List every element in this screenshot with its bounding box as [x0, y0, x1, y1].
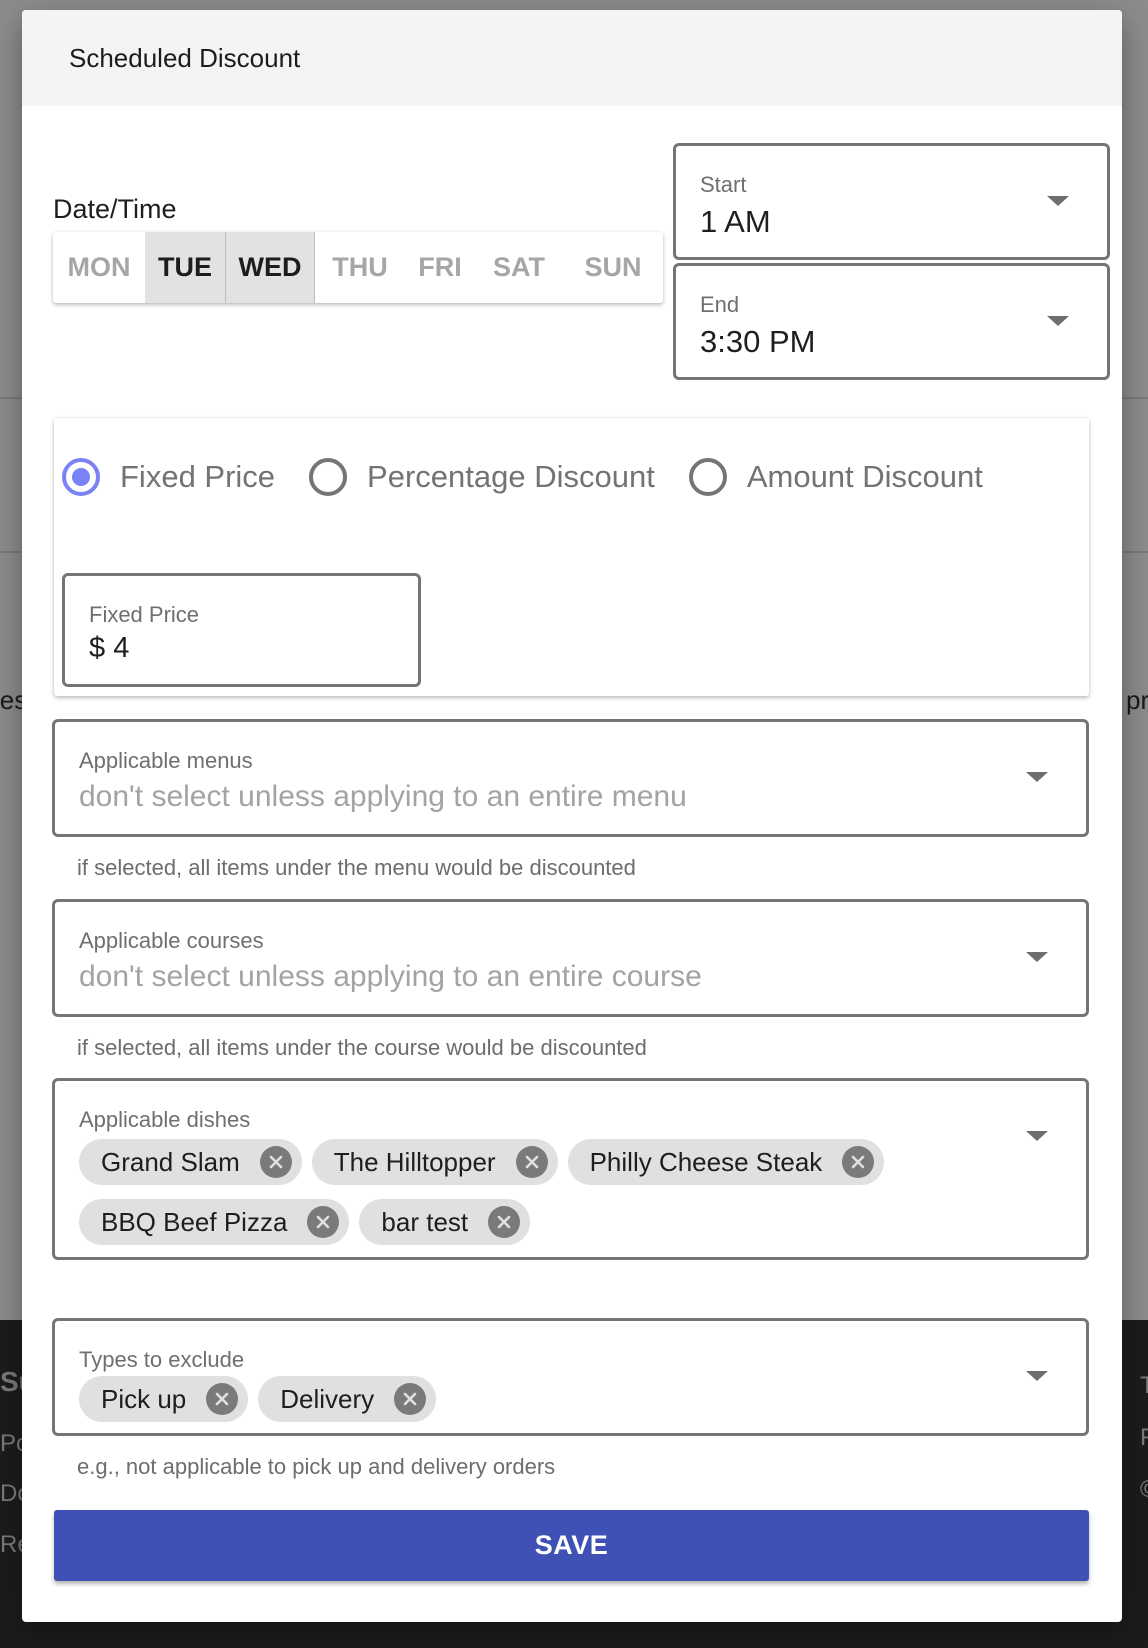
chip-label: Grand Slam	[101, 1146, 240, 1177]
discount-type-card: Fixed Price Percentage Discount Amount D…	[54, 418, 1089, 696]
radio-unchecked-icon	[688, 458, 727, 496]
chip-label: Philly Cheese Steak	[589, 1146, 823, 1177]
remove-chip-icon[interactable]	[515, 1146, 548, 1178]
types-to-exclude-label: Types to exclude	[79, 1347, 245, 1372]
applicable-courses-placeholder: don't select unless applying to an entir…	[79, 960, 702, 993]
start-time-value: 1 AM	[700, 204, 771, 239]
day-toggle-group: MON TUE WED THU FRI SAT SUN	[53, 232, 663, 303]
dialog-title: Scheduled Discount	[69, 42, 301, 73]
chip-dish: Grand Slam	[79, 1139, 302, 1185]
chip-label: Delivery	[280, 1383, 375, 1414]
remove-chip-icon[interactable]	[259, 1146, 292, 1178]
applicable-menus-label: Applicable menus	[79, 748, 253, 773]
save-button[interactable]: SAVE	[54, 1510, 1089, 1581]
remove-chip-icon[interactable]	[206, 1383, 239, 1415]
chip-dish: BBQ Beef Pizza	[79, 1199, 350, 1245]
radio-fixed-price[interactable]: Fixed Price	[62, 458, 275, 496]
applicable-menus-placeholder: don't select unless applying to an entir…	[79, 780, 687, 813]
chip-label: bar test	[381, 1206, 469, 1237]
end-time-value: 3:30 PM	[700, 324, 816, 359]
day-toggle-sun[interactable]: SUN	[563, 232, 663, 303]
chevron-down-icon	[1026, 1371, 1048, 1381]
types-to-exclude-helper: e.g., not applicable to pick up and deli…	[77, 1454, 556, 1479]
discount-type-radio-group: Fixed Price Percentage Discount Amount D…	[62, 458, 1017, 496]
chip-label: Pick up	[101, 1383, 187, 1414]
end-time-select[interactable]: End 3:30 PM	[673, 263, 1110, 380]
chip-label: BBQ Beef Pizza	[101, 1206, 288, 1237]
chip-label: The Hilltopper	[333, 1146, 496, 1177]
chevron-down-icon	[1047, 316, 1069, 326]
radio-label: Fixed Price	[120, 459, 276, 494]
start-time-label: Start	[700, 172, 747, 197]
day-toggle-sat[interactable]: SAT	[475, 232, 563, 303]
chevron-down-icon	[1047, 196, 1069, 206]
fixed-price-value: $ 4	[89, 632, 129, 665]
chip-dish: The Hilltopper	[311, 1139, 558, 1185]
footer-text: ©	[1140, 1476, 1148, 1504]
chip-dish: bar test	[359, 1199, 531, 1245]
remove-chip-icon[interactable]	[394, 1383, 427, 1415]
fixed-price-input[interactable]: Fixed Price $ 4	[62, 573, 421, 687]
radio-checked-icon	[62, 458, 100, 496]
day-toggle-fri[interactable]: FRI	[405, 232, 475, 303]
day-toggle-wed[interactable]: WED	[226, 232, 315, 303]
background-text-right: pr	[1126, 685, 1148, 715]
fixed-price-label: Fixed Price	[89, 602, 200, 627]
day-toggle-mon[interactable]: MON	[53, 232, 145, 303]
applicable-courses-label: Applicable courses	[79, 928, 264, 953]
applicable-courses-select[interactable]: Applicable courses don't select unless a…	[52, 899, 1089, 1017]
chevron-down-icon	[1026, 952, 1048, 962]
dialog-header: Scheduled Discount	[22, 10, 1122, 106]
end-time-label: End	[700, 292, 740, 317]
applicable-courses-helper: if selected, all items under the course …	[77, 1035, 647, 1060]
chevron-down-icon	[1026, 1131, 1048, 1141]
radio-amount-discount[interactable]: Amount Discount	[688, 458, 983, 496]
chip-dish: Philly Cheese Steak	[567, 1139, 885, 1185]
footer-text: T	[1140, 1372, 1148, 1399]
remove-chip-icon[interactable]	[842, 1146, 875, 1178]
applicable-menus-helper: if selected, all items under the menu wo…	[77, 855, 636, 880]
date-time-label: Date/Time	[53, 194, 177, 224]
day-toggle-tue[interactable]: TUE	[145, 232, 226, 303]
radio-unchecked-icon	[309, 458, 348, 496]
chip-type: Pick up	[79, 1376, 249, 1422]
applicable-dishes-select[interactable]: Applicable dishes Grand Slam The Hilltop…	[52, 1078, 1089, 1260]
footer-text: F	[1140, 1424, 1148, 1451]
applicable-dishes-label: Applicable dishes	[79, 1107, 251, 1132]
radio-label: Amount Discount	[746, 459, 983, 494]
chip-type: Delivery	[258, 1376, 437, 1422]
radio-label: Percentage Discount	[367, 459, 655, 494]
applicable-menus-select[interactable]: Applicable menus don't select unless app…	[52, 719, 1089, 837]
radio-percentage-discount[interactable]: Percentage Discount	[309, 458, 655, 496]
start-time-select[interactable]: Start 1 AM	[673, 143, 1110, 260]
types-to-exclude-select[interactable]: Types to exclude Pick up Delivery	[52, 1318, 1089, 1436]
day-toggle-thu[interactable]: THU	[315, 232, 405, 303]
chevron-down-icon	[1026, 772, 1048, 782]
scheduled-discount-dialog: Scheduled Discount Date/Time MON TUE WED…	[22, 10, 1122, 1622]
remove-chip-icon[interactable]	[488, 1206, 521, 1238]
currency-prefix: $	[89, 632, 106, 664]
applicable-dishes-chips: Grand Slam The Hilltopper Philly Cheese …	[79, 1139, 979, 1245]
fixed-price-amount: 4	[113, 632, 130, 664]
remove-chip-icon[interactable]	[307, 1206, 340, 1238]
types-to-exclude-chips: Pick up Delivery	[79, 1376, 979, 1422]
